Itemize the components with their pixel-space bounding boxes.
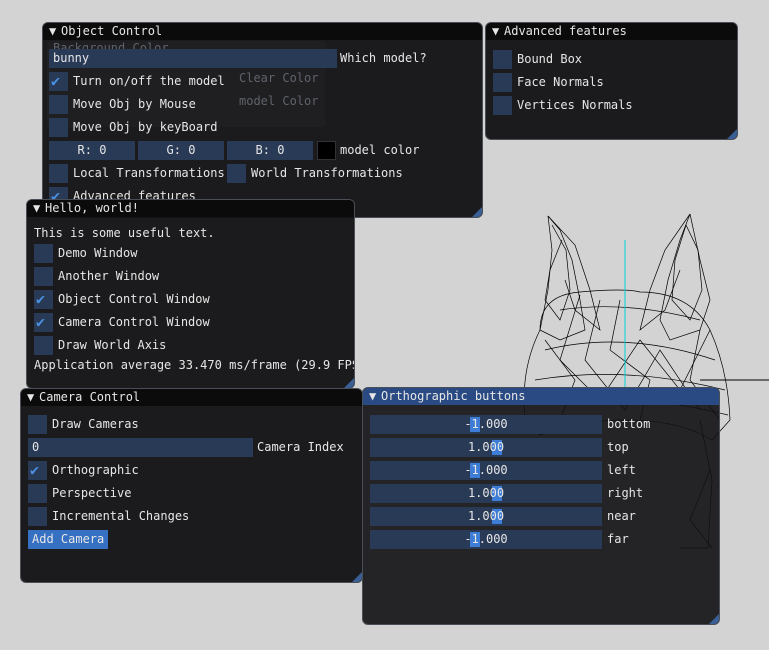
local-transformations-checkbox[interactable]: [49, 164, 68, 183]
ortho-slider-4[interactable]: 1.000: [370, 507, 602, 526]
slider-label: top: [607, 440, 629, 454]
resize-grip-icon[interactable]: [472, 207, 482, 217]
fps-text: Application average 33.470 ms/frame (29.…: [34, 358, 355, 372]
ortho-slider-5[interactable]: -1.000: [370, 530, 602, 549]
hello-world-title-bar[interactable]: ▼ Hello, world!: [27, 200, 354, 217]
demo-window-label: Demo Window: [58, 246, 138, 260]
move-mouse-label: Move Obj by Mouse: [73, 97, 196, 111]
window-title: Advanced features: [504, 24, 627, 38]
collapse-triangle-icon[interactable]: ▼: [33, 200, 45, 217]
turn-on-checkbox[interactable]: ✔: [49, 72, 68, 91]
b-value: B: 0: [255, 143, 285, 157]
world-transformations-checkbox[interactable]: [227, 164, 246, 183]
g-value: G: 0: [166, 143, 196, 157]
slider-label: far: [607, 532, 629, 546]
model-color-swatch[interactable]: [317, 141, 336, 160]
draw-cameras-checkbox[interactable]: [28, 415, 47, 434]
another-window-checkbox[interactable]: [34, 267, 53, 286]
orthographic-label: Orthographic: [52, 463, 139, 477]
slider-value: 1.000: [467, 440, 505, 454]
perspective-label: Perspective: [52, 486, 132, 500]
slider-value: -1.000: [464, 532, 508, 546]
r-color-field[interactable]: R: 0: [49, 141, 135, 160]
resize-grip-icon[interactable]: [709, 614, 719, 624]
ortho-slider-3[interactable]: 1.000: [370, 484, 602, 503]
add-camera-button[interactable]: Add Camera: [28, 530, 109, 549]
collapse-triangle-icon[interactable]: ▼: [492, 23, 504, 40]
vertices-normals-checkbox[interactable]: [493, 96, 512, 115]
checkmark-icon: ✔: [36, 290, 46, 308]
checkmark-icon: ✔: [51, 72, 61, 90]
slider-label: left: [607, 463, 636, 477]
object-control-title-bar[interactable]: ▼ Object Control: [43, 23, 482, 40]
collapse-triangle-icon[interactable]: ▼: [27, 389, 39, 406]
move-mouse-checkbox[interactable]: [49, 95, 68, 114]
b-color-field[interactable]: B: 0: [227, 141, 313, 160]
bound-box-label: Bound Box: [517, 52, 583, 66]
face-normals-label: Face Normals: [517, 75, 604, 89]
resize-grip-icon[interactable]: [727, 129, 737, 139]
camera-control-window-label: Camera Control Window: [58, 315, 210, 329]
slider-value: -1.000: [464, 417, 508, 431]
g-color-field[interactable]: G: 0: [138, 141, 224, 160]
camera-control-window[interactable]: ▼ Camera Control Draw Cameras 0 Camera In…: [20, 388, 363, 583]
window-title: Hello, world!: [45, 201, 139, 215]
draw-world-axis-label: Draw World Axis: [58, 338, 167, 352]
move-keyboard-checkbox[interactable]: [49, 118, 68, 137]
window-title: Camera Control: [39, 390, 141, 404]
useful-text: This is some useful text.: [34, 226, 215, 240]
incremental-changes-checkbox[interactable]: [28, 507, 47, 526]
camera-control-title-bar[interactable]: ▼ Camera Control: [21, 389, 362, 406]
model-name-label: Which model?: [340, 51, 427, 65]
ortho-slider-1[interactable]: 1.000: [370, 438, 602, 457]
perspective-checkbox[interactable]: [28, 484, 47, 503]
orthographic-checkbox[interactable]: ✔: [28, 461, 47, 480]
model-color-label: model color: [340, 143, 420, 157]
face-normals-checkbox[interactable]: [493, 73, 512, 92]
window-title: Orthographic buttons: [381, 389, 526, 403]
hello-world-window[interactable]: ▼ Hello, world! This is some useful text.…: [26, 199, 355, 389]
ghost-model-color: model Color: [239, 94, 319, 108]
collapse-triangle-icon[interactable]: ▼: [369, 388, 381, 405]
slider-value: 1.000: [467, 486, 505, 500]
resize-grip-icon[interactable]: [352, 572, 362, 582]
checkmark-icon: ✔: [36, 313, 46, 331]
move-keyboard-label: Move Obj by keyBoard: [73, 120, 218, 134]
incremental-changes-label: Incremental Changes: [52, 509, 190, 523]
object-control-window[interactable]: ▼ Object Control Background Color Clear C…: [42, 22, 483, 218]
draw-cameras-label: Draw Cameras: [52, 417, 139, 431]
window-title: Object Control: [61, 24, 163, 38]
ortho-slider-0[interactable]: -1.000: [370, 415, 602, 434]
turn-on-label: Turn on/off the model: [73, 74, 225, 88]
slider-value: 1.000: [467, 509, 505, 523]
ghost-clear-color: Clear Color: [239, 71, 319, 85]
bound-box-checkbox[interactable]: [493, 50, 512, 69]
model-name-input[interactable]: bunny: [49, 49, 337, 68]
world-transformations-label: World Transformations: [251, 166, 403, 180]
orthographic-buttons-title-bar[interactable]: ▼ Orthographic buttons: [363, 388, 719, 405]
collapse-triangle-icon[interactable]: ▼: [49, 23, 61, 40]
ortho-slider-2[interactable]: -1.000: [370, 461, 602, 480]
orthographic-buttons-window[interactable]: ▼ Orthographic buttons -1.000 bottom 1.000 t…: [362, 387, 720, 625]
slider-label: right: [607, 486, 644, 500]
local-transformations-label: Local Transformations: [73, 166, 225, 180]
advanced-features-window[interactable]: ▼ Advanced features Bound Box Face Normal…: [485, 22, 738, 140]
advanced-features-title-bar[interactable]: ▼ Advanced features: [486, 23, 737, 40]
another-window-label: Another Window: [58, 269, 160, 283]
camera-index-input[interactable]: 0: [28, 438, 253, 457]
slider-label: bottom: [607, 417, 651, 431]
checkmark-icon: ✔: [30, 461, 40, 479]
camera-control-window-checkbox[interactable]: ✔: [34, 313, 53, 332]
resize-grip-icon[interactable]: [344, 378, 354, 388]
r-value: R: 0: [77, 143, 107, 157]
slider-value: -1.000: [464, 463, 508, 477]
draw-world-axis-checkbox[interactable]: [34, 336, 53, 355]
demo-window-checkbox[interactable]: [34, 244, 53, 263]
object-control-window-checkbox[interactable]: ✔: [34, 290, 53, 309]
camera-index-label: Camera Index: [257, 440, 344, 454]
object-control-window-label: Object Control Window: [58, 292, 210, 306]
slider-label: near: [607, 509, 636, 523]
vertices-normals-label: Vertices Normals: [517, 98, 633, 112]
